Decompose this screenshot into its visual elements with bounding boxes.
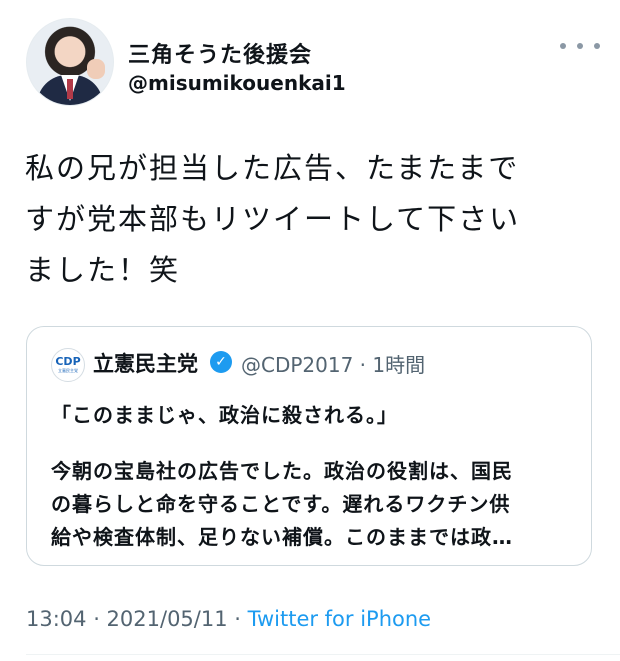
- cdp-logo-icon[interactable]: CDP 立憲民主党: [51, 348, 85, 382]
- tweet-timestamp[interactable]: 13:04 · 2021/05/11 ·: [26, 607, 248, 631]
- author-name[interactable]: 三角そうた後援会: [128, 37, 312, 69]
- avatar-fist: [87, 59, 105, 79]
- more-dot: [560, 43, 566, 49]
- more-options-icon[interactable]: [560, 36, 600, 56]
- author-handle[interactable]: @misumikouenkai1: [128, 71, 346, 95]
- quoted-body-line: 今朝の宝島社の広告でした。政治の役割は、国民: [51, 459, 513, 483]
- tweet-text: 私の兄が担当した広告、たまたまで すが党本部もリツイートして下さい ました！笑: [25, 143, 595, 296]
- quoted-body: 今朝の宝島社の広告でした。政治の役割は、国民 の暮らしと命を守ることです。遅れる…: [51, 455, 571, 554]
- tweet-meta: 13:04 · 2021/05/11 · Twitter for iPhone: [26, 607, 431, 631]
- tweet-source-link[interactable]: Twitter for iPhone: [248, 607, 432, 631]
- more-dot: [577, 43, 583, 49]
- quoted-title: 「このままじゃ、政治に殺される。」: [51, 403, 398, 427]
- verified-badge-icon: ✓: [210, 351, 232, 373]
- quoted-author-name: 立憲民主党: [93, 352, 198, 376]
- avatar-tie: [67, 79, 73, 99]
- quoted-handle-time: @CDP2017 · 1時間: [241, 353, 426, 377]
- divider: [26, 654, 620, 655]
- tweet-text-line: ました！笑: [25, 253, 181, 287]
- cdp-logo-text: CDP: [55, 355, 81, 368]
- tweet-text-line: すが党本部もリツイートして下さい: [25, 202, 521, 236]
- cdp-logo-subtext: 立憲民主党: [58, 368, 78, 373]
- quoted-tweet-card[interactable]: CDP 立憲民主党 立憲民主党 ✓ @CDP2017 · 1時間 「このままじゃ…: [26, 326, 592, 566]
- tweet-text-line: 私の兄が担当した広告、たまたまで: [25, 151, 520, 185]
- more-dot: [594, 43, 600, 49]
- quoted-body-line: 給や検査体制、足りない補償。このままでは政…: [51, 525, 513, 549]
- avatar[interactable]: [26, 18, 114, 106]
- quoted-body-line: の暮らしと命を守ることです。遅れるワクチン供: [51, 492, 511, 516]
